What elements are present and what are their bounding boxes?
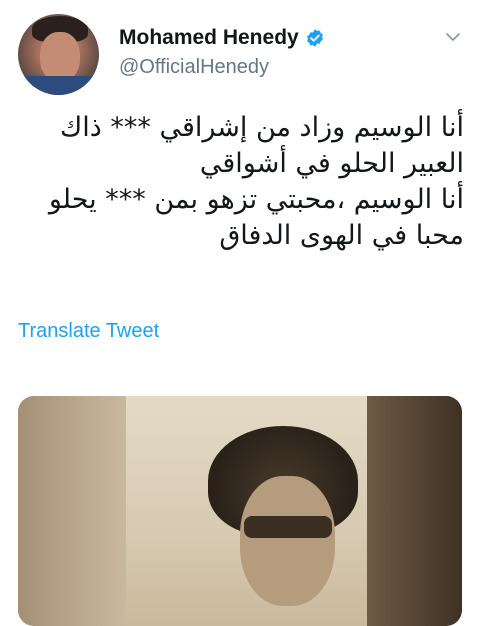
name-row: Mohamed Henedy [119,24,325,52]
translate-tweet-link[interactable]: Translate Tweet [18,320,159,343]
photo-face [240,476,335,606]
tweet-media-image[interactable] [18,396,462,626]
verified-badge-icon [305,28,325,48]
photo-border-right [367,396,462,626]
photo-glasses [244,516,332,538]
avatar[interactable] [18,14,99,95]
tweet-header: Mohamed Henedy @OfficialHenedy [0,0,480,100]
chevron-down-icon[interactable] [444,28,462,46]
tweet-text: أنا الوسيم وزاد من إشراقي *** ذاك العبير… [18,110,464,254]
avatar-face [40,32,80,82]
user-handle[interactable]: @OfficialHenedy [119,56,269,79]
avatar-shirt [18,76,99,95]
tweet-line: العبير الحلو في أشواقي [199,148,464,179]
tweet-line: أنا الوسيم وزاد من إشراقي *** ذاك [60,112,464,143]
user-name[interactable]: Mohamed Henedy [119,26,299,50]
tweet-line: محبا في الهوى الدفاق [219,220,464,251]
tweet-line: أنا الوسيم ،محبتي تزهو بمن *** يحلو [48,184,464,215]
photo-border-left [18,396,126,626]
